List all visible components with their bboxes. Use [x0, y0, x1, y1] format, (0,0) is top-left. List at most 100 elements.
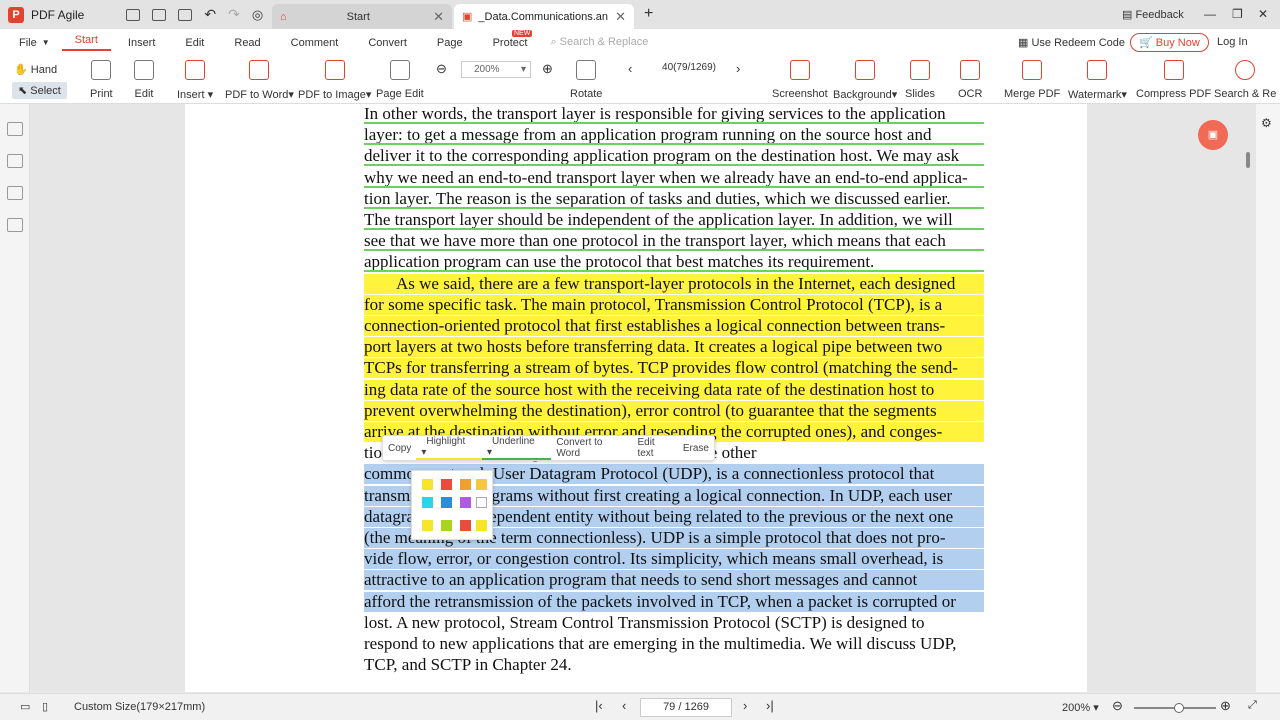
next-page-icon[interactable]: › [743, 698, 747, 713]
text-line[interactable]: layer: to get a message from an applicat… [364, 125, 984, 146]
erase-button[interactable]: Erase [678, 443, 714, 454]
annotations-icon[interactable] [7, 186, 23, 200]
zoom-in-icon[interactable]: ⊕ [542, 61, 553, 77]
buy-now-button[interactable]: 🛒 Buy Now [1130, 33, 1209, 52]
underline-button[interactable]: Underline ▾ [481, 436, 552, 460]
text-line[interactable]: vide flow, error, or congestion control.… [364, 549, 984, 570]
text-line[interactable]: why we need an end-to-end transport laye… [364, 168, 984, 188]
text-line[interactable]: port layers at two hosts before transfer… [364, 337, 984, 358]
menu-protect[interactable]: Protect [480, 37, 541, 49]
color-swatch[interactable] [476, 497, 487, 508]
history-icon[interactable]: ◎ [252, 7, 263, 23]
menu-insert[interactable]: Insert [115, 37, 169, 49]
page-icon[interactable]: ▯ [42, 700, 48, 713]
pdf-to-word-button[interactable]: PDF to Word▾ [225, 60, 294, 101]
menu-comment[interactable]: Comment [278, 37, 352, 49]
text-line[interactable]: respond to new applications that are eme… [364, 634, 984, 654]
tab-start[interactable]: ⌂ Start ✕ [272, 4, 452, 29]
redo-icon[interactable]: ↷ [228, 6, 240, 23]
tab-document[interactable]: ▣ _Data.Communications.and....* ✕ [454, 4, 634, 29]
text-line[interactable]: tion layer. The reason is the separation… [364, 189, 984, 209]
text-line[interactable]: connection-oriented protocol that first … [364, 316, 984, 336]
color-swatch[interactable] [460, 520, 471, 531]
outline-icon[interactable] [7, 122, 23, 136]
ai-assistant-icon[interactable]: ▣ [1198, 120, 1228, 150]
sidebar-toggle-icon[interactable]: ▭ [20, 700, 30, 713]
select-tool[interactable]: ⬉ Select [12, 82, 67, 99]
text-line[interactable]: afford the retransmission of the packets… [364, 591, 984, 612]
text-line[interactable]: lost. A new protocol, Stream Control Tra… [364, 613, 984, 633]
text-line[interactable]: deliver it to the corresponding applicat… [364, 146, 984, 167]
convert-to-word-button[interactable]: Convert to Word [551, 437, 632, 459]
zoom-in-icon[interactable]: ⊕ [1220, 698, 1231, 714]
color-swatch[interactable] [476, 520, 487, 531]
merge-pdf-button[interactable]: Merge PDF [1004, 60, 1060, 100]
search-panel-icon[interactable] [7, 218, 23, 232]
watermark-button[interactable]: Watermark▾ [1068, 60, 1127, 101]
text-line[interactable]: prevent overwhelming the destination), e… [364, 400, 984, 421]
pdf-to-image-button[interactable]: PDF to Image▾ [298, 60, 371, 101]
text-line[interactable]: As we said, there are a few transport-la… [364, 273, 984, 294]
close-tab-icon[interactable]: ✕ [433, 9, 444, 25]
document-viewer[interactable]: In other words, the transport layer is r… [31, 104, 1256, 692]
minimize-button[interactable]: — [1204, 7, 1216, 21]
text-line[interactable]: In other words, the transport layer is r… [364, 104, 984, 124]
menu-page[interactable]: Page [424, 37, 476, 49]
page-edit-button[interactable]: Page Edit [376, 60, 424, 100]
color-swatch[interactable] [460, 479, 471, 490]
zoom-select[interactable]: 200% ▾ [461, 61, 531, 78]
color-swatch[interactable] [422, 520, 433, 531]
color-swatch[interactable] [441, 520, 452, 531]
zoom-out-icon[interactable]: ⊖ [436, 61, 447, 77]
compress-pdf-button[interactable]: Compress PDF [1136, 60, 1211, 100]
next-page-icon[interactable]: › [736, 61, 740, 76]
insert-button[interactable]: Insert ▾ [177, 60, 213, 101]
new-tab-icon[interactable]: + [644, 5, 653, 23]
menu-start[interactable]: Start [61, 34, 111, 51]
color-swatch[interactable] [422, 497, 433, 508]
page-number-input[interactable]: 79 / 1269 [640, 698, 732, 717]
redeem-code-button[interactable]: ▦ Use Redeem Code [1018, 36, 1125, 49]
color-swatch[interactable] [441, 479, 452, 490]
login-link[interactable]: Log In [1217, 36, 1248, 48]
text-line[interactable]: for some specific task. The main protoco… [364, 294, 984, 315]
rotate-button[interactable]: Rotate [570, 60, 602, 100]
print-icon[interactable] [178, 8, 193, 21]
zoom-out-icon[interactable]: ⊖ [1112, 698, 1123, 714]
screenshot-button[interactable]: Screenshot [772, 60, 828, 100]
highlight-button[interactable]: Highlight ▾ [416, 436, 482, 460]
text-line[interactable]: ing data rate of the source host with th… [364, 379, 984, 400]
ocr-button[interactable]: OCR [958, 60, 982, 100]
text-line[interactable]: attractive to an application program tha… [364, 570, 984, 591]
slides-button[interactable]: Slides [905, 60, 935, 100]
menu-read[interactable]: Read [221, 37, 273, 49]
search-replace[interactable]: ⌕ Search & Replace [550, 36, 648, 49]
first-page-icon[interactable]: |‹ [595, 698, 603, 713]
undo-icon[interactable]: ↶ [204, 6, 216, 23]
zoom-slider-thumb[interactable] [1174, 703, 1184, 713]
background-button[interactable]: Background▾ [833, 60, 897, 101]
menu-convert[interactable]: Convert [355, 37, 420, 49]
close-tab-icon[interactable]: ✕ [615, 9, 626, 25]
text-line[interactable]: TCPs for transferring a stream of bytes.… [364, 358, 984, 379]
color-swatch[interactable] [460, 497, 471, 508]
prev-page-icon[interactable]: ‹ [622, 698, 626, 713]
close-window-button[interactable]: ✕ [1258, 7, 1268, 21]
text-line[interactable]: TCP, and SCTP in Chapter 24. [364, 655, 984, 675]
text-line[interactable]: application program can use the protocol… [364, 252, 984, 273]
color-swatch[interactable] [441, 497, 452, 508]
menu-edit[interactable]: Edit [172, 37, 217, 49]
hand-tool[interactable]: ✋ Hand [14, 63, 57, 76]
feedback-button[interactable]: ▤ Feedback [1122, 8, 1184, 21]
color-swatch[interactable] [476, 479, 487, 490]
open-folder-icon[interactable] [126, 8, 141, 21]
restore-button[interactable]: ❐ [1232, 7, 1243, 21]
thumbnails-icon[interactable] [7, 154, 23, 168]
zoom-level[interactable]: 200% ▾ [1062, 701, 1099, 714]
zoom-slider[interactable] [1134, 703, 1216, 713]
scrollbar-thumb[interactable] [1246, 152, 1250, 168]
text-line[interactable]: The transport layer should be independen… [364, 210, 984, 230]
page-indicator[interactable]: 40(79/1269) [650, 62, 728, 73]
copy-button[interactable]: Copy [383, 443, 416, 454]
edit-text-button[interactable]: Edit text [632, 437, 677, 459]
